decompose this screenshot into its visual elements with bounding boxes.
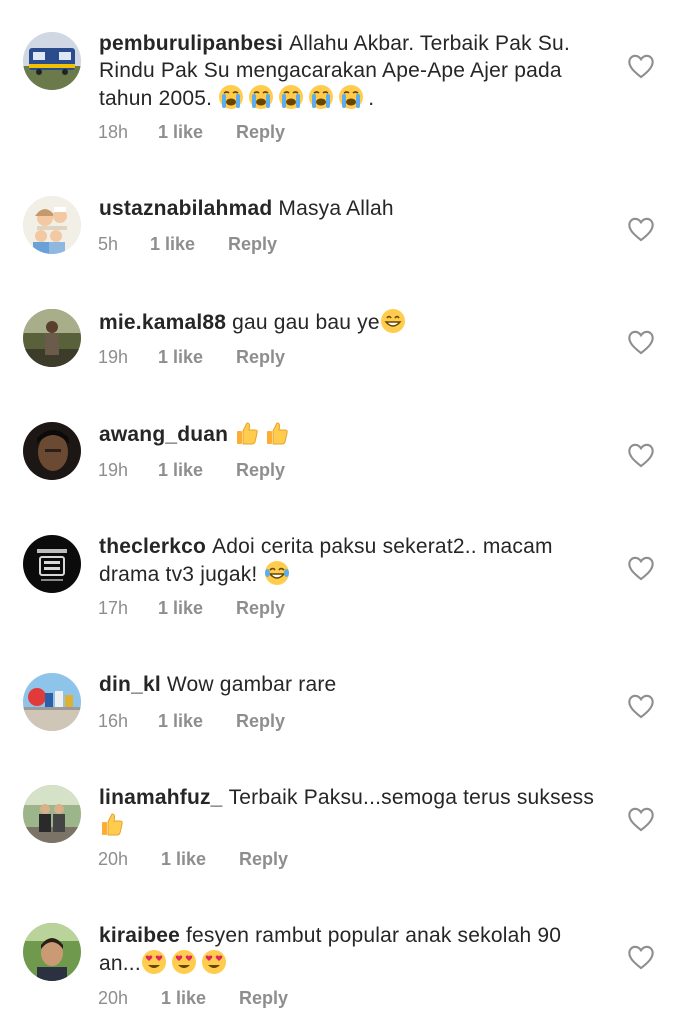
tears-of-joy-face-icon <box>264 561 289 585</box>
reply-button[interactable]: Reply <box>228 234 277 255</box>
comment-time: 16h <box>98 711 129 731</box>
heart-icon[interactable] <box>627 329 655 355</box>
reply-button[interactable]: Reply <box>236 711 285 732</box>
reply-button[interactable]: Reply <box>236 460 285 481</box>
comment-text: pemburulipanbesi Allahu Akbar. Terbaik Pa… <box>99 30 609 112</box>
loudly-crying-face-icon <box>219 85 244 109</box>
comment-suffix: . <box>368 87 375 110</box>
comment-text: din_kl Wow gambar rare <box>99 671 609 698</box>
comment-meta: 16h 1 like Reply <box>98 711 285 732</box>
loudly-crying-face-icon <box>279 85 304 109</box>
heart-icon[interactable] <box>627 216 655 242</box>
comment-likes[interactable]: 1 like <box>161 849 239 870</box>
comment-meta: 5h 1 like Reply <box>98 234 277 255</box>
heart-icon[interactable] <box>627 806 655 832</box>
comment-text: linamahfuz_ Terbaik Paksu...semoga terus … <box>99 784 609 839</box>
thumbs-up-icon <box>237 422 258 445</box>
reply-button[interactable]: Reply <box>236 122 285 143</box>
heart-icon[interactable] <box>627 53 655 79</box>
comment-text: theclerkco Adoi cerita paksu sekerat2.. m… <box>99 533 609 588</box>
comment-body: Terbaik Paksu...semoga terus suksess <box>228 786 595 809</box>
emoji-group <box>264 561 294 586</box>
grinning-face-icon <box>380 309 405 333</box>
heart-eyes-face-icon <box>201 950 226 974</box>
comment-body: Masya Allah <box>278 197 394 220</box>
avatar[interactable] <box>23 785 81 843</box>
loudly-crying-face-icon <box>339 85 364 109</box>
comment-meta: 19h 1 like Reply <box>98 347 285 368</box>
comment-text: kiraibee fesyen rambut popular anak sekol… <box>99 922 609 977</box>
heart-icon[interactable] <box>627 555 655 581</box>
avatar[interactable] <box>23 32 81 90</box>
comment-body: Wow gambar rare <box>166 673 337 696</box>
comment-username[interactable]: mie.kamal88 <box>99 311 226 334</box>
avatar[interactable] <box>23 673 81 731</box>
comment-time: 17h <box>98 598 129 618</box>
comment-text: awang_duan <box>99 420 609 448</box>
comment-likes[interactable]: 1 like <box>158 460 236 481</box>
comment-meta: 19h 1 like Reply <box>98 460 285 481</box>
reply-button[interactable]: Reply <box>239 988 288 1009</box>
heart-icon[interactable] <box>627 944 655 970</box>
comment-time: 20h <box>98 849 129 869</box>
comment-likes[interactable]: 1 like <box>158 711 236 732</box>
comment-meta: 20h 1 like Reply <box>98 988 288 1009</box>
emoji-group <box>380 309 410 334</box>
avatar[interactable] <box>23 309 81 367</box>
comment-body: gau gau bau ye <box>232 311 380 334</box>
avatar[interactable] <box>23 196 81 254</box>
reply-button[interactable]: Reply <box>236 347 285 368</box>
comment-likes[interactable]: 1 like <box>158 598 236 619</box>
avatar[interactable] <box>23 923 81 981</box>
reply-button[interactable]: Reply <box>236 598 285 619</box>
loudly-crying-face-icon <box>309 85 334 109</box>
comment-username[interactable]: theclerkco <box>99 535 206 558</box>
comment-likes[interactable]: 1 like <box>158 347 236 368</box>
comment-time: 18h <box>98 122 129 142</box>
emoji-group <box>218 85 368 110</box>
comment-username[interactable]: din_kl <box>99 673 161 696</box>
comment-text: ustaznabilahmad Masya Allah <box>99 195 609 222</box>
heart-icon[interactable] <box>627 693 655 719</box>
emoji-group <box>99 813 129 837</box>
avatar[interactable] <box>23 422 81 480</box>
comment-meta: 20h 1 like Reply <box>98 849 288 870</box>
comment-meta: 18h 1 like Reply <box>98 122 285 143</box>
loudly-crying-face-icon <box>249 85 274 109</box>
reply-button[interactable]: Reply <box>239 849 288 870</box>
comment-username[interactable]: awang_duan <box>99 423 228 446</box>
comment-username[interactable]: linamahfuz_ <box>99 786 223 809</box>
comment-text: mie.kamal88 gau gau bau ye <box>99 308 609 336</box>
comment-likes[interactable]: 1 like <box>161 988 239 1009</box>
comment-likes[interactable]: 1 like <box>150 234 228 255</box>
comment-time: 5h <box>98 234 119 254</box>
comment-time: 20h <box>98 988 129 1008</box>
comment-username[interactable]: ustaznabilahmad <box>99 197 272 220</box>
thumbs-up-icon <box>102 813 123 836</box>
comment-time: 19h <box>98 460 129 480</box>
thumbs-up-icon <box>267 422 288 445</box>
comment-meta: 17h 1 like Reply <box>98 598 285 619</box>
comment-time: 19h <box>98 347 129 367</box>
heart-icon[interactable] <box>627 442 655 468</box>
comment-username[interactable]: kiraibee <box>99 924 180 947</box>
heart-eyes-face-icon <box>141 950 166 974</box>
comment-username[interactable]: pemburulipanbesi <box>99 32 283 55</box>
avatar[interactable] <box>23 535 81 593</box>
emoji-group <box>234 422 294 446</box>
comment-likes[interactable]: 1 like <box>158 122 236 143</box>
heart-eyes-face-icon <box>171 950 196 974</box>
emoji-group <box>141 950 231 975</box>
